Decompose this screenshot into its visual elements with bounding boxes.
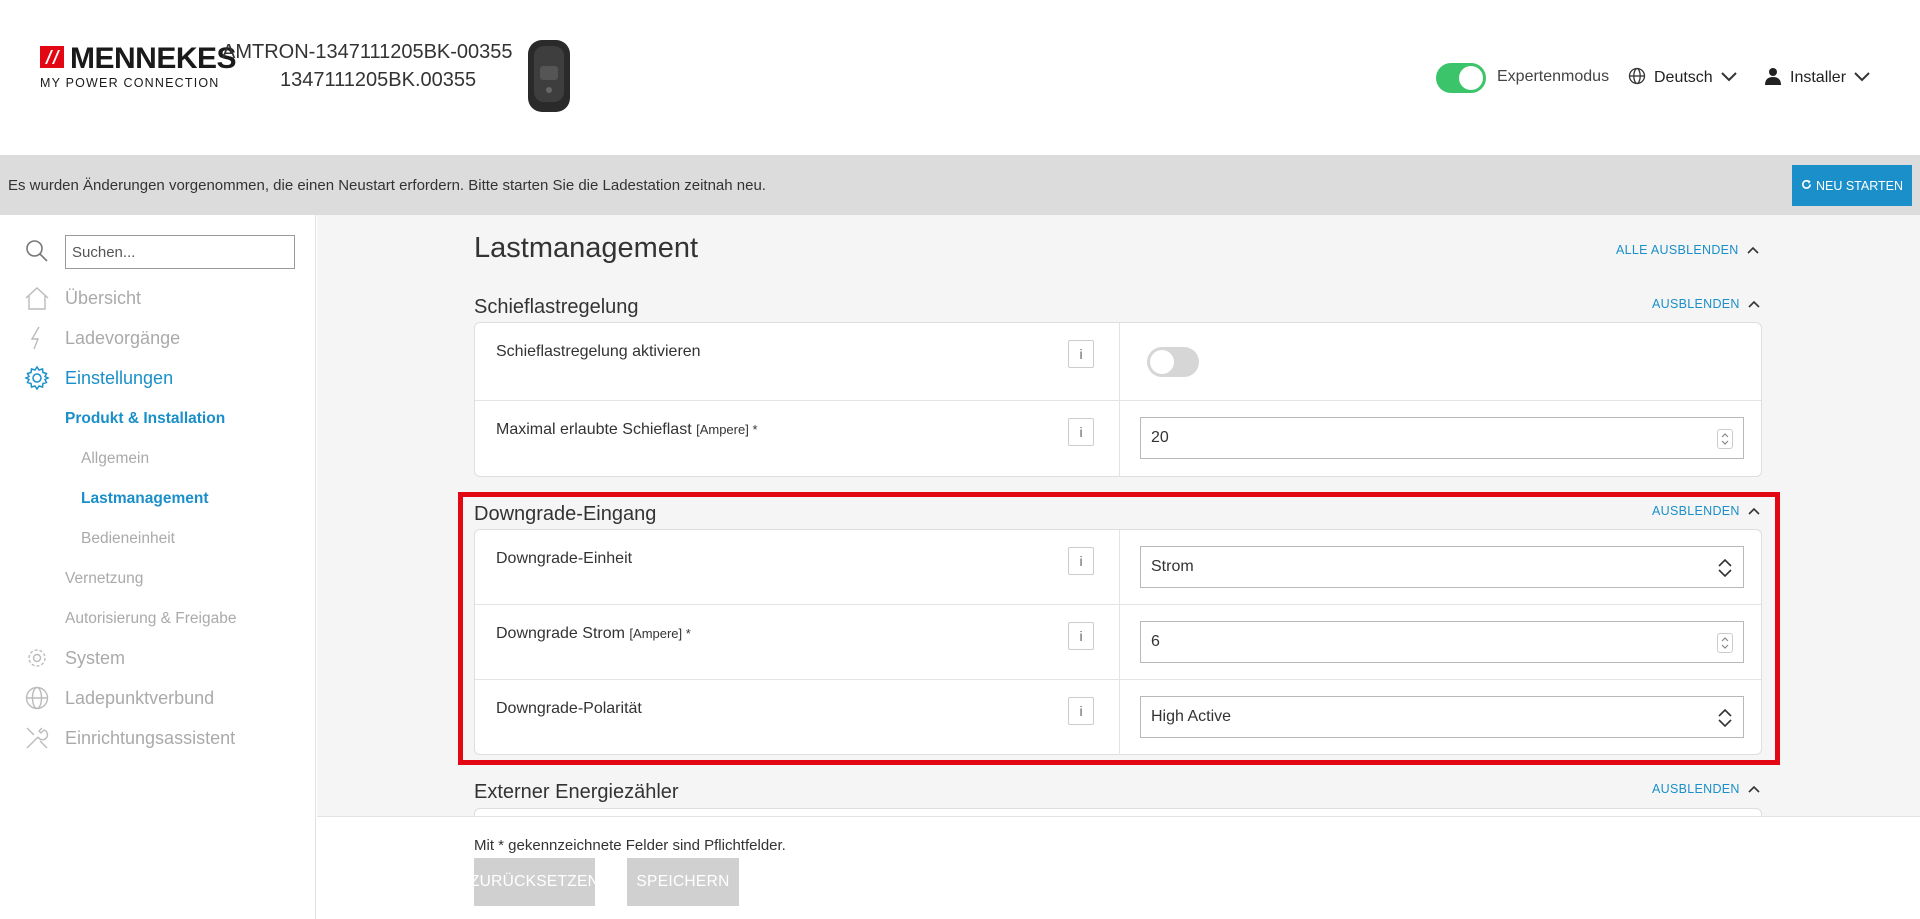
lightning-icon: [24, 325, 50, 351]
brand-name: MENNEKES: [70, 42, 237, 75]
section-title-schieflastregelung: Schieflastregelung: [474, 296, 639, 318]
hide-section-link[interactable]: AUSBLENDEN: [1652, 782, 1760, 796]
sidebar-subitem-lastmanagement[interactable]: Lastmanagement: [81, 490, 208, 508]
expert-mode-label: Expertenmodus: [1497, 68, 1610, 85]
sidebar: Übersicht Ladevorgänge Einstellungen Pro…: [0, 215, 316, 919]
chevron-down-icon: [1720, 69, 1737, 87]
language-selector[interactable]: Deutsch: [1628, 66, 1737, 90]
sidebar-item-label: System: [65, 647, 126, 668]
app-header: MENNEKES MY POWER CONNECTION AMTRON-1347…: [0, 0, 1920, 155]
number-spinner-icon[interactable]: [1717, 429, 1733, 449]
home-icon: [24, 285, 50, 311]
globe-icon: [1628, 67, 1646, 90]
page-title: Lastmanagement: [474, 232, 699, 264]
highlight-annotation: [458, 492, 1780, 765]
setting-row: Maximal erlaubte Schieflast [Ampere] * i…: [475, 401, 1761, 477]
sidebar-item-label: Einrichtungsassistent: [65, 727, 236, 748]
sidebar-item-label: Einstellungen: [65, 367, 174, 388]
system-icon: [24, 645, 50, 671]
chevron-up-icon: [1748, 297, 1760, 311]
hide-all-link[interactable]: ALLE AUSBLENDEN: [1616, 243, 1759, 257]
sidebar-subitem-allgemein[interactable]: Allgemein: [81, 450, 149, 468]
required-fields-note: Mit * gekennzeichnete Felder sind Pflich…: [474, 837, 786, 854]
refresh-icon: [1801, 179, 1812, 193]
setting-label-text: Maximal erlaubte Schieflast: [496, 421, 692, 438]
brand-logo[interactable]: MENNEKES MY POWER CONNECTION: [40, 42, 237, 92]
sidebar-subitem-bedieneinheit[interactable]: Bedieneinheit: [81, 530, 175, 548]
sidebar-item-label: Ladevorgänge: [65, 327, 181, 348]
sidebar-item-ladevorgaenge[interactable]: Ladevorgänge: [0, 323, 316, 353]
max-schieflast-input[interactable]: 20: [1140, 417, 1744, 459]
hide-label: AUSBLENDEN: [1652, 297, 1740, 311]
hide-label: AUSBLENDEN: [1652, 782, 1740, 796]
column-divider: [1119, 401, 1120, 477]
setting-unit: [Ampere] *: [696, 422, 758, 437]
restart-notice-text: Es wurden Änderungen vorgenommen, die ei…: [8, 177, 766, 194]
sidebar-item-einrichtungsassistent[interactable]: Einrichtungsassistent: [0, 723, 316, 753]
info-button[interactable]: i: [1068, 418, 1094, 446]
hide-section-link[interactable]: AUSBLENDEN: [1652, 297, 1760, 311]
sidebar-item-system[interactable]: System: [0, 643, 316, 673]
info-button[interactable]: i: [1068, 340, 1094, 368]
device-id: 1347111205BK.00355: [280, 69, 477, 91]
reset-button[interactable]: ZURÜCKSETZEN: [470, 858, 599, 906]
restart-button-label: NEU STARTEN: [1815, 178, 1904, 193]
user-menu[interactable]: Installer: [1764, 66, 1870, 90]
sidebar-item-ladepunktverbund[interactable]: Ladepunktverbund: [0, 683, 316, 713]
section-title-externer-energiezaehler: Externer Energiezähler: [474, 781, 679, 803]
globe-icon: [24, 685, 50, 711]
setting-label: Schieflastregelung aktivieren: [496, 343, 701, 360]
hide-all-label: ALLE AUSBLENDEN: [1616, 243, 1739, 257]
device-name: AMTRON-1347111205BK-00355: [222, 41, 513, 63]
expert-mode-toggle[interactable]: [1436, 63, 1486, 93]
column-divider: [1119, 323, 1120, 400]
search-input[interactable]: [65, 235, 295, 269]
setting-label: Maximal erlaubte Schieflast [Ampere] *: [496, 421, 758, 439]
save-button[interactable]: SPEICHERN: [627, 858, 739, 906]
sidebar-item-uebersicht[interactable]: Übersicht: [0, 283, 316, 313]
sidebar-subitem-produkt-installation[interactable]: Produkt & Installation: [65, 410, 225, 428]
schieflast-toggle[interactable]: [1147, 347, 1199, 377]
sidebar-item-label: Übersicht: [65, 287, 142, 308]
chevron-up-icon: [1748, 782, 1760, 796]
sidebar-item-label: Ladepunktverbund: [65, 687, 215, 708]
chevron-down-icon: [1854, 69, 1870, 87]
setting-row: Schieflastregelung aktivieren i: [475, 323, 1761, 401]
restart-button[interactable]: NEU STARTEN: [1792, 165, 1912, 206]
input-value: 20: [1151, 429, 1169, 446]
sidebar-item-einstellungen[interactable]: Einstellungen: [0, 363, 316, 393]
search-icon[interactable]: [25, 239, 49, 268]
device-image: [524, 38, 574, 116]
brand-tagline: MY POWER CONNECTION: [40, 76, 220, 90]
brand-logo-mark: [40, 46, 64, 68]
chevron-up-icon: [1747, 243, 1759, 257]
section-card-schieflastregelung: Schieflastregelung aktivieren i Maximal …: [474, 322, 1762, 477]
language-label: Deutsch: [1654, 69, 1713, 86]
gear-icon: [24, 365, 50, 391]
user-label: Installer: [1790, 69, 1847, 86]
sidebar-subitem-autorisierung[interactable]: Autorisierung & Freigabe: [65, 610, 236, 628]
tools-icon: [24, 725, 50, 751]
sidebar-subitem-vernetzung[interactable]: Vernetzung: [65, 570, 143, 588]
restart-notice-bar: Es wurden Änderungen vorgenommen, die ei…: [0, 155, 1920, 215]
user-icon: [1764, 67, 1782, 90]
